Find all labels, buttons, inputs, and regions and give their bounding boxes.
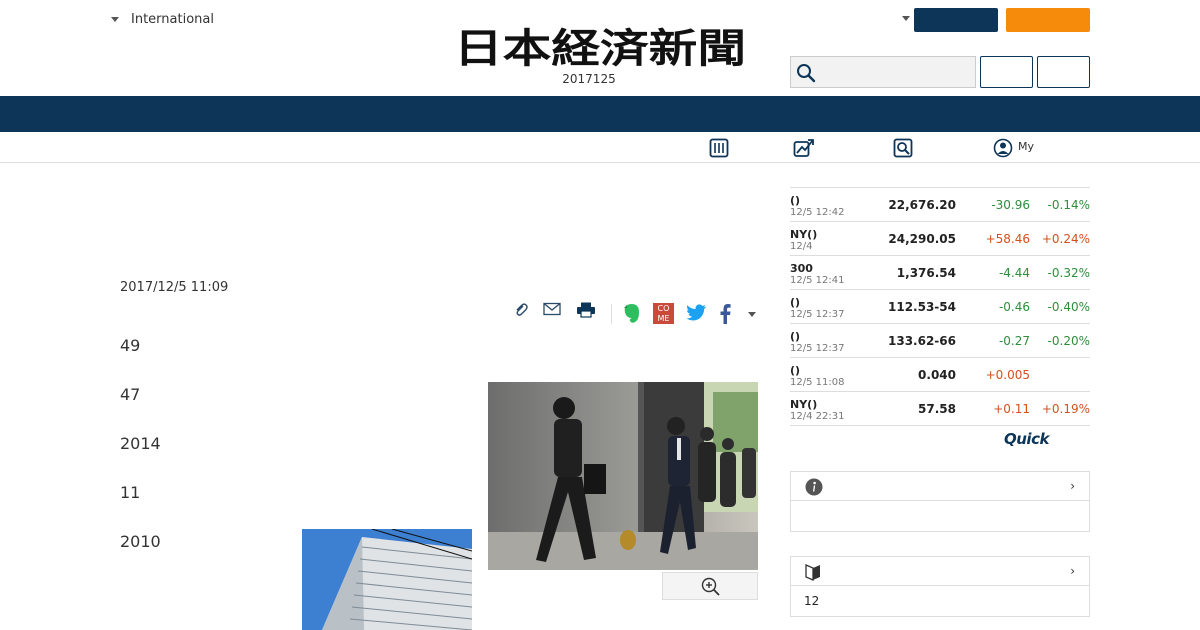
search-magnifier-icon[interactable] (893, 138, 913, 158)
market-time: 12/5 12:42 (790, 207, 845, 218)
market-change: -4.44 (998, 266, 1030, 280)
market-price: 1,376.54 (896, 266, 956, 280)
market-percent: +0.19% (1041, 402, 1090, 416)
share-divider (611, 304, 612, 324)
info-panel-body (791, 501, 1089, 531)
market-name: () (790, 330, 801, 343)
market-change: -0.27 (998, 334, 1030, 348)
market-chart-icon[interactable] (793, 138, 815, 158)
market-name: () (790, 364, 801, 377)
quick-logo[interactable]: Quick (1004, 430, 1049, 448)
market-name: NY() (790, 228, 818, 241)
market-change: -0.46 (998, 300, 1030, 314)
chevron-right-icon: › (1070, 564, 1075, 578)
search-input[interactable] (821, 61, 971, 83)
market-change: -30.96 (991, 198, 1030, 212)
beginner-mark-icon (805, 564, 820, 581)
my-nikkei-label[interactable]: My (1018, 140, 1034, 153)
market-price: 0.040 (918, 368, 956, 382)
market-change: +0.005 (985, 368, 1030, 382)
beginner-panel-body: 12 (804, 594, 820, 608)
market-percent: +0.24% (1041, 232, 1090, 246)
market-row[interactable]: () 12/5 12:42 22,676.20 -30.96 -0.14% (790, 188, 1090, 222)
market-price: 24,290.05 (888, 232, 956, 246)
info-icon (805, 478, 823, 496)
caret-down-icon[interactable] (902, 16, 910, 21)
print-icon[interactable] (576, 302, 596, 318)
info-panel: › (790, 471, 1090, 532)
article-paragraph: 49 (120, 336, 141, 355)
nikkei-logo[interactable]: 日本経済新聞 (452, 26, 748, 68)
market-price: 133.62-66 (888, 334, 956, 348)
article-paragraph: 47 (120, 385, 141, 404)
clip-icon[interactable] (513, 302, 529, 318)
market-name: NY() (790, 398, 818, 411)
market-change: +0.11 (993, 402, 1030, 416)
market-percent: -0.20% (1047, 334, 1090, 348)
beginner-panel: › 12 (790, 556, 1090, 617)
newspaper-grid-icon[interactable] (709, 138, 729, 158)
market-time: 12/5 12:37 (790, 309, 845, 320)
edition-label: International (131, 12, 214, 27)
main-nav-bar (0, 96, 1200, 132)
evernote-icon[interactable] (623, 303, 641, 324)
zoom-button[interactable] (662, 572, 758, 600)
market-name: () (790, 194, 801, 207)
market-name: 300 (790, 262, 813, 275)
market-data-table: () 12/5 12:42 22,676.20 -30.96 -0.14% NY… (790, 187, 1090, 426)
beginner-panel-header[interactable]: › (791, 557, 1089, 586)
publish-date: 2017/12/5 11:09 (120, 280, 229, 295)
caret-down-icon (111, 17, 119, 22)
article-paragraph: 11 (120, 483, 141, 502)
info-panel-header[interactable]: › (791, 472, 1089, 501)
market-row[interactable]: 300 12/5 12:41 1,376.54 -4.44 -0.32% (790, 256, 1090, 290)
sub-nav: My (0, 132, 1200, 163)
market-percent: -0.40% (1047, 300, 1090, 314)
market-time: 12/4 22:31 (790, 411, 845, 422)
twitter-icon[interactable] (686, 304, 707, 322)
login-button[interactable] (980, 56, 1033, 88)
subscribe-button[interactable] (914, 8, 998, 32)
market-time: 12/5 12:41 (790, 275, 845, 286)
market-time: 12/5 12:37 (790, 343, 845, 354)
market-time: 12/4 (790, 241, 813, 252)
market-time: 12/5 11:08 (790, 377, 845, 388)
market-percent: -0.32% (1047, 266, 1090, 280)
market-row[interactable]: () 12/5 12:37 133.62-66 -0.27 -0.20% (790, 324, 1090, 358)
market-change: +58.46 (985, 232, 1030, 246)
article-paragraph: 2010 (120, 532, 161, 551)
come-icon[interactable]: CO ME (653, 303, 674, 324)
share-more-dropdown-icon[interactable] (748, 312, 756, 317)
market-row[interactable]: NY() 12/4 24,290.05 +58.46 +0.24% (790, 222, 1090, 256)
market-price: 22,676.20 (888, 198, 956, 212)
market-row[interactable]: NY() 12/4 22:31 57.58 +0.11 +0.19% (790, 392, 1090, 426)
market-percent: -0.14% (1047, 198, 1090, 212)
market-row[interactable]: () 12/5 11:08 0.040 +0.005 (790, 358, 1090, 392)
market-name: () (790, 296, 801, 309)
trial-button[interactable] (1006, 8, 1090, 32)
search-box[interactable] (790, 56, 976, 88)
facebook-icon[interactable] (719, 303, 731, 324)
header-date: 2017125 (562, 72, 616, 86)
building-photo[interactable] (302, 529, 472, 630)
market-row[interactable]: () 12/5 12:37 112.53-54 -0.46 -0.40% (790, 290, 1090, 324)
mail-icon[interactable] (543, 302, 561, 316)
search-icon (797, 64, 816, 83)
user-icon[interactable] (993, 138, 1013, 158)
market-price: 112.53-54 (888, 300, 956, 314)
logo-text: 日本経済新聞 (454, 26, 746, 68)
register-button[interactable] (1037, 56, 1090, 88)
zoom-in-icon (701, 577, 720, 596)
edition-selector[interactable]: International (111, 12, 214, 27)
chevron-right-icon: › (1070, 479, 1075, 493)
article-paragraph: 2014 (120, 434, 161, 453)
market-price: 57.58 (918, 402, 956, 416)
article-photo[interactable] (488, 382, 758, 570)
